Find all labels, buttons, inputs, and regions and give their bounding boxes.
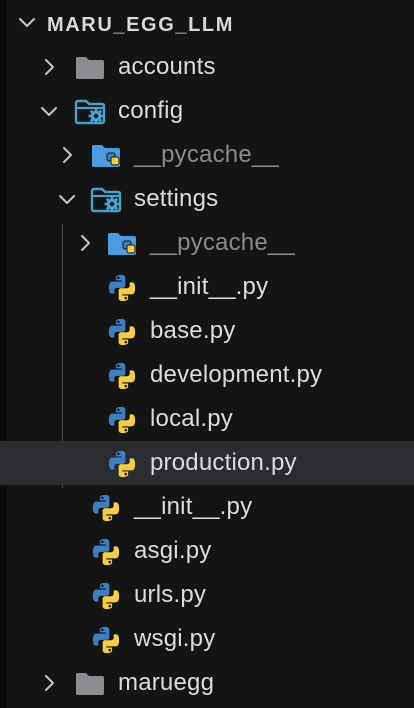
tree-item-label: base.py (150, 317, 236, 344)
tree-item-label: maruegg (118, 669, 215, 696)
chevron-right-icon (76, 234, 94, 252)
tree-folder-maruegg[interactable]: maruegg (0, 661, 414, 705)
tree-item-label: local.py (150, 405, 233, 432)
python-file-icon (107, 273, 137, 303)
python-folder-icon (90, 143, 122, 169)
tree-item-label: __pycache__ (134, 141, 279, 168)
tree-item-label: settings (134, 185, 219, 212)
chevron-right-icon (40, 674, 58, 692)
tree-file-development-py[interactable]: development.py (0, 353, 414, 397)
chevron-down-icon (58, 190, 76, 208)
tree-root-maru-egg-llm[interactable]: MARU_EGG_LLM (0, 0, 414, 44)
tree-file-init-py[interactable]: __init__.py (0, 485, 414, 529)
tree-item-label: accounts (118, 53, 216, 80)
folder-icon (74, 671, 106, 697)
tree-item-label: urls.py (134, 581, 207, 608)
tree-item-label: __pycache__ (150, 229, 295, 256)
python-file-icon (91, 537, 121, 567)
tree-item-label: asgi.py (134, 537, 212, 564)
tree-file-base-py[interactable]: base.py (0, 309, 414, 353)
chevron-down-icon (40, 102, 58, 120)
folder-icon (74, 55, 106, 81)
tree-folder-settings[interactable]: settings (0, 177, 414, 221)
tree-item-label: config (118, 97, 184, 124)
chevron-down-icon (18, 13, 36, 31)
tree-folder-pycache[interactable]: __pycache__ (0, 133, 414, 177)
chevron-right-icon (40, 58, 58, 76)
python-folder-icon (106, 231, 138, 257)
python-file-icon (91, 625, 121, 655)
python-file-icon (107, 361, 137, 391)
file-explorer: MARU_EGG_LLM accounts config __pycache__… (0, 0, 414, 708)
tree-file-init-py[interactable]: __init__.py (0, 265, 414, 309)
tree-item-label: development.py (150, 361, 323, 388)
python-file-icon (107, 449, 137, 479)
chevron-right-icon (58, 146, 76, 164)
tree-item-label: wsgi.py (134, 625, 216, 652)
config-folder-icon (90, 187, 122, 213)
python-file-icon (91, 493, 121, 523)
tree-item-label: __init__.py (134, 493, 253, 520)
python-file-icon (91, 581, 121, 611)
tree-file-asgi-py[interactable]: asgi.py (0, 529, 414, 573)
python-file-icon (107, 405, 137, 435)
tree-folder-pycache[interactable]: __pycache__ (0, 221, 414, 265)
tree-file-production-py[interactable]: production.py (0, 441, 414, 485)
tree-item-label: production.py (150, 449, 297, 476)
tree-folder-config[interactable]: config (0, 89, 414, 133)
tree-file-urls-py[interactable]: urls.py (0, 573, 414, 617)
python-file-icon (107, 317, 137, 347)
tree-folder-accounts[interactable]: accounts (0, 45, 414, 89)
tree-file-wsgi-py[interactable]: wsgi.py (0, 617, 414, 661)
tree-item-label: __init__.py (150, 273, 269, 300)
tree-file-local-py[interactable]: local.py (0, 397, 414, 441)
config-folder-icon (74, 99, 106, 125)
workspace-title: MARU_EGG_LLM (47, 14, 234, 36)
